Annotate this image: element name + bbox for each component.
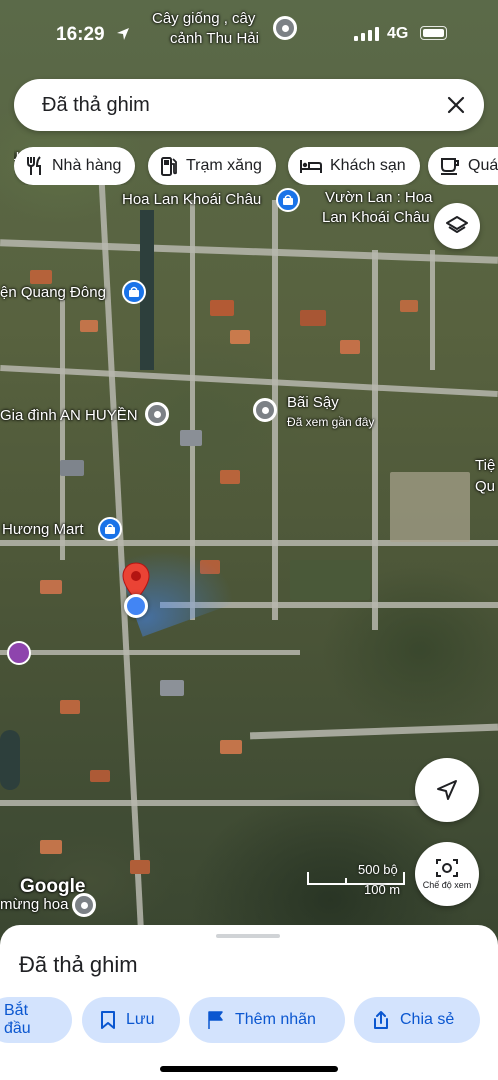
view-mode-label: Chế độ xem [422, 880, 472, 890]
shopping-bag-icon[interactable] [98, 517, 122, 541]
location-arrow-icon [117, 28, 129, 40]
current-location-dot[interactable] [124, 594, 148, 618]
map-label-vuon-lan-line2[interactable]: Lan Khoái Châu [322, 209, 430, 227]
google-logo: Google [20, 876, 86, 897]
map-label-top-place-line1[interactable]: Cây giống , cây [152, 10, 255, 28]
add-label-label: Thêm nhãn [235, 1011, 316, 1028]
map-label-mung-hoa[interactable]: mừng hoa [0, 896, 68, 914]
place-pin-icon[interactable] [72, 893, 96, 917]
shopping-bag-icon[interactable] [122, 280, 146, 304]
map-label-tiec-line1[interactable]: Tiệ [475, 457, 495, 475]
map-label-tiec-line2[interactable]: Qu [475, 478, 495, 496]
map-label-huong-mart[interactable]: Hương Mart [2, 521, 84, 539]
sheet-title: Đã thả ghim [19, 952, 138, 977]
chip-cafes[interactable]: Quán [428, 147, 498, 185]
network-type: 4G [387, 25, 409, 42]
category-chips: Du Nhà hàng Trạm xăng Khách sạn Quán [14, 147, 498, 185]
start-button[interactable]: Bắt đầu [0, 997, 72, 1043]
share-button[interactable]: Chia sẻ [354, 997, 480, 1043]
home-indicator [160, 1066, 338, 1072]
chip-hotels[interactable]: Khách sạn [288, 147, 420, 185]
share-icon [374, 1011, 388, 1029]
chip-restaurants[interactable]: Nhà hàng [14, 147, 136, 185]
flag-icon [208, 1011, 223, 1029]
save-button[interactable]: Lưu [82, 997, 180, 1043]
map-scale: 500 bộ 100 m [306, 862, 406, 898]
search-query-text[interactable]: Đã thả ghim [42, 94, 150, 117]
sheet-drag-handle[interactable] [216, 934, 280, 938]
start-label: Bắt đầu [4, 1002, 31, 1037]
chip-label: Quán [468, 157, 498, 174]
add-label-button[interactable]: Thêm nhãn [189, 997, 345, 1043]
bookmark-icon [101, 1011, 115, 1029]
map-label-quang-dong[interactable]: ện Quang Đông [0, 284, 106, 302]
map-label-hoa-lan[interactable]: Hoa Lan Khoái Châu [122, 191, 261, 209]
chip-label: Trạm xăng [186, 157, 262, 174]
view-mode-button[interactable]: Chế độ xem [415, 842, 479, 906]
shopping-bag-icon[interactable] [276, 188, 300, 212]
map-label-an-huyen[interactable]: Gia đình AN HUYỀN [0, 407, 138, 425]
action-buttons: Bắt đầu Lưu Thêm nhãn Chia sẻ [0, 997, 498, 1043]
landmark-icon[interactable] [7, 641, 31, 665]
my-location-button[interactable] [415, 758, 479, 822]
place-pin-icon[interactable] [273, 16, 297, 40]
layers-icon [446, 216, 468, 233]
place-bottom-sheet[interactable]: Đã thả ghim Bắt đầu Lưu Thêm nhãn Chia s… [0, 925, 498, 1080]
map-label-bai-say[interactable]: Bãi Sậy [287, 394, 339, 412]
layers-button[interactable] [434, 203, 480, 249]
place-pin-icon[interactable] [145, 402, 169, 426]
place-pin-icon[interactable] [253, 398, 277, 422]
cup-icon [441, 158, 459, 175]
share-label: Chia sẻ [400, 1011, 455, 1028]
bed-icon [300, 160, 322, 173]
fork-knife-icon [27, 156, 41, 175]
navigation-arrow-icon [437, 780, 457, 800]
map-label-top-place-line2[interactable]: cảnh Thu Hải [170, 30, 259, 48]
chip-gas-stations[interactable]: Trạm xăng [148, 147, 276, 185]
map-label-bai-say-sub: Đã xem gần đây [287, 415, 375, 429]
status-time: 16:29 [56, 24, 105, 45]
close-icon[interactable] [444, 93, 468, 117]
chip-label: Khách sạn [330, 157, 406, 174]
save-label: Lưu [126, 1011, 155, 1028]
chip-label: Nhà hàng [52, 157, 122, 174]
camera-scan-icon [436, 859, 458, 877]
gas-station-icon [161, 157, 177, 176]
signal-icon [354, 27, 379, 41]
search-bar[interactable]: Đã thả ghim [14, 79, 484, 131]
scale-meters: 100 m [364, 882, 401, 897]
battery-icon [420, 26, 447, 40]
map-label-vuon-lan-line1[interactable]: Vườn Lan : Hoa [325, 189, 432, 207]
